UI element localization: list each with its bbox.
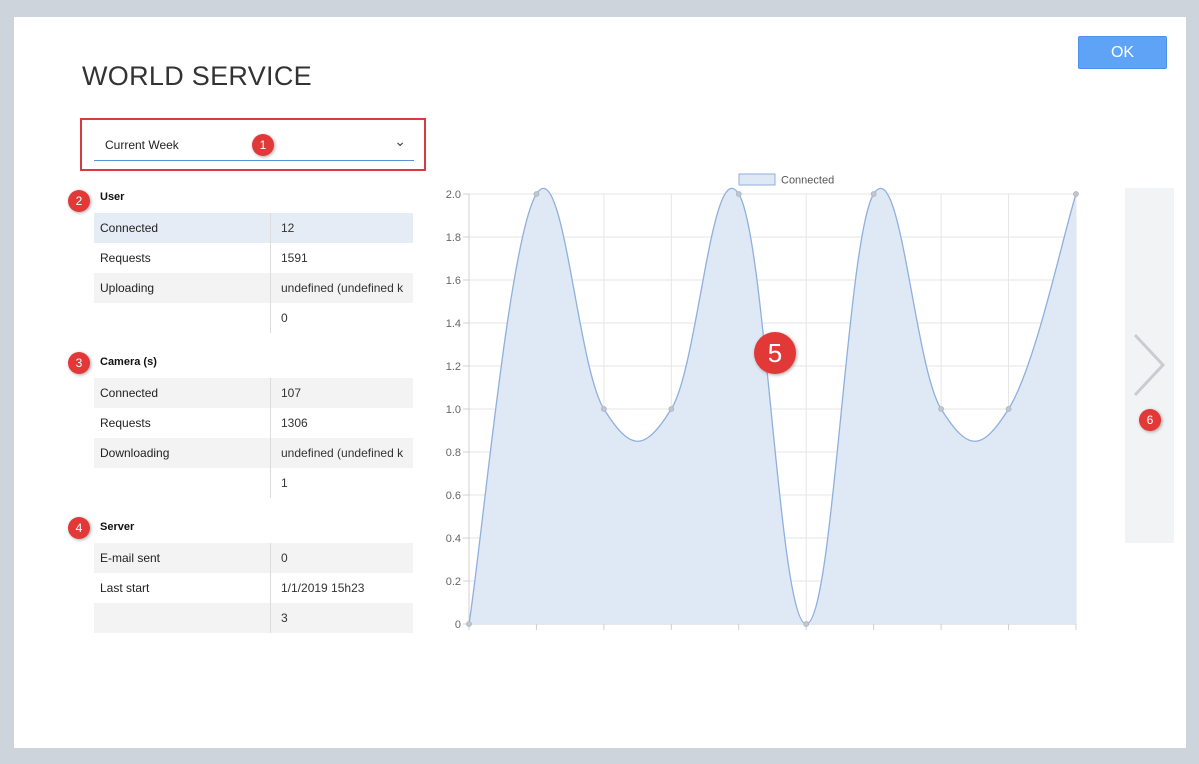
data-point [1073, 191, 1079, 197]
table-row: E-mail sent 0 [94, 543, 413, 573]
row-value: 3 [281, 611, 288, 625]
table-row: Requests 1591 [94, 243, 413, 273]
row-value: undefined (undefined k [281, 446, 404, 460]
row-value: 1/1/2019 15h23 [281, 581, 365, 595]
period-select-value: Current Week [105, 138, 179, 152]
row-value: undefined (undefined k [281, 281, 404, 295]
ok-button[interactable]: OK [1078, 36, 1167, 69]
row-label: Connected [94, 213, 271, 243]
row-label [94, 303, 271, 333]
y-tick-label: 2.0 [446, 189, 461, 201]
row-label: Requests [94, 243, 271, 273]
chevron-down-icon: ⌄ [394, 133, 406, 149]
marker-badge-4: 4 [68, 517, 90, 539]
y-tick-label: 0.4 [446, 533, 461, 545]
table-row: Connected 12 [94, 213, 413, 243]
row-label: Uploading [94, 273, 271, 303]
data-point [600, 406, 607, 412]
row-label: Connected [94, 378, 271, 408]
marker-badge-6: 6 [1139, 409, 1161, 431]
table-row: Connected 107 [94, 378, 413, 408]
row-label: Downloading [94, 438, 271, 468]
chevron-right-icon [1133, 333, 1166, 397]
row-label: E-mail sent [94, 543, 271, 573]
row-label: Requests [94, 408, 271, 438]
marker-badge-5: 5 [754, 332, 796, 374]
row-value: 107 [281, 386, 302, 400]
section-title-user: User [100, 191, 125, 203]
row-value: 0 [281, 311, 288, 325]
user-table: Connected 12 Requests 1591 Uploading undefi… [94, 213, 413, 333]
y-tick-label: 1.0 [446, 404, 461, 416]
row-value: 1591 [281, 251, 308, 265]
table-row: Uploading undefined (undefined k [94, 273, 413, 303]
server-table: E-mail sent 0 Last start 1/1/2019 15h23 3 [94, 543, 413, 633]
data-point [1005, 406, 1012, 412]
table-row: 1 [94, 468, 413, 498]
row-value: 12 [281, 221, 295, 235]
row-label: Last start [94, 573, 271, 603]
data-point [938, 406, 945, 412]
legend-swatch-connected [738, 173, 776, 186]
data-point [735, 191, 742, 197]
legend-label-connected: Connected [781, 175, 834, 187]
connected-chart: 0 0.2 0.4 0.6 0.8 1.0 1.2 1.4 1.6 1.8 2.0 Connected [426, 152, 1084, 632]
page-title: WORLD SERVICE [82, 61, 312, 91]
data-point [668, 406, 675, 412]
dialog: OK WORLD SERVICE Current Week ⌄ 1 2 User… [14, 17, 1186, 748]
y-tick-label: 0 [455, 619, 461, 631]
table-row: Last start 1/1/2019 15h23 [94, 573, 413, 603]
y-tick-label: 1.8 [446, 232, 461, 244]
y-tick-label: 0.8 [446, 447, 461, 459]
y-tick-label: 0.6 [446, 490, 461, 502]
section-title-camera: Camera (s) [100, 356, 157, 368]
data-point [803, 621, 810, 627]
y-tick-label: 0.2 [446, 576, 461, 588]
data-point [870, 191, 877, 197]
marker-badge-2: 2 [68, 190, 90, 212]
next-panel-button[interactable] [1125, 188, 1174, 543]
row-label [94, 468, 271, 498]
table-row: Downloading undefined (undefined k [94, 438, 413, 468]
table-row: 3 [94, 603, 413, 633]
y-tick-label: 1.6 [446, 275, 461, 287]
data-point [533, 191, 540, 197]
data-point [466, 621, 472, 627]
series-area-connected [469, 188, 1076, 624]
y-tick-label: 1.4 [446, 318, 461, 330]
table-row: Requests 1306 [94, 408, 413, 438]
row-value: 1 [281, 476, 288, 490]
row-value: 1306 [281, 416, 308, 430]
row-label [94, 603, 271, 633]
marker-badge-3: 3 [68, 352, 90, 374]
camera-table: Connected 107 Requests 1306 Downloading und… [94, 378, 413, 498]
row-value: 0 [281, 551, 288, 565]
marker-badge-1: 1 [252, 134, 274, 156]
table-row: 0 [94, 303, 413, 333]
y-tick-label: 1.2 [446, 361, 461, 373]
section-title-server: Server [100, 521, 135, 533]
chart-svg: 0 0.2 0.4 0.6 0.8 1.0 1.2 1.4 1.6 1.8 2.0 Connected [446, 173, 1079, 631]
